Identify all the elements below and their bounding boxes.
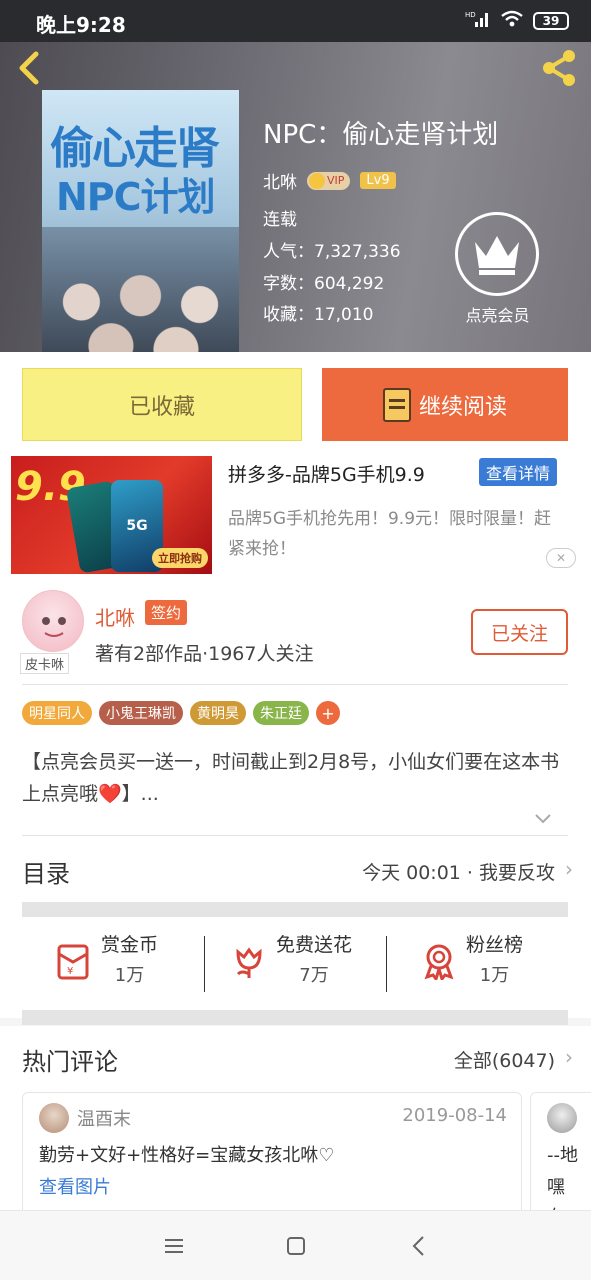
follow-button[interactable]: 已关注 [471, 609, 568, 655]
author-name[interactable]: 北咻 [95, 602, 135, 631]
favorited-button[interactable]: 已收藏 [22, 368, 302, 441]
book-icon [382, 387, 411, 422]
back-arrow-icon [19, 51, 39, 85]
cover-illustration [42, 227, 239, 352]
free-flower-label: 免费送花 [276, 934, 353, 956]
level-badge: Lv9 [360, 172, 396, 189]
ad-title[interactable]: 拼多多-品牌5G手机9.9 [228, 460, 425, 487]
synopsis[interactable]: 【点亮会员买一送一，时间截止到2月8号，小仙女们要在这本书上点亮哦❤️】... [22, 746, 568, 810]
member-button[interactable]: 点亮会员 [455, 212, 540, 326]
all-comments-link[interactable]: 全部(6047) [454, 1046, 555, 1073]
tag-item[interactable]: 小鬼王琳凯 [99, 701, 183, 725]
author-info: 著有2部作品·1967人关注 [95, 643, 314, 665]
commenter-name[interactable]: 温酉末 [77, 1105, 131, 1131]
chevron-down-icon[interactable] [534, 810, 552, 829]
continue-reading-button[interactable]: 继续阅读 [322, 368, 568, 441]
share-button[interactable] [537, 46, 581, 90]
crown-icon [309, 172, 325, 189]
ad-buy-label: 立即抢购 [152, 548, 208, 568]
divider [204, 936, 205, 992]
battery-icon: 39 [533, 11, 569, 30]
wifi-icon [501, 10, 523, 31]
signed-badge: 签约 [145, 600, 188, 625]
hot-comments-title: 热门评论 [22, 1048, 118, 1076]
comment-text: 嘿 [547, 1177, 565, 1198]
commenter-avatar [547, 1103, 577, 1133]
status-bar: 晚上9:28 HD 39 [0, 0, 591, 42]
book-word-count: 字数：604,292 [263, 274, 385, 294]
more-tags-button[interactable]: + [316, 701, 340, 725]
back-icon[interactable] [406, 1233, 432, 1259]
author-avatar[interactable] [22, 590, 84, 652]
book-header: 偷心走肾 NPC计划 NPC：偷心走肾计划 北咻 VIP Lv9 连载 人气：7… [0, 42, 591, 352]
svg-text:HD: HD [465, 11, 476, 19]
fan-ranking-button[interactable]: 粉丝榜 1万 [420, 930, 523, 1000]
comment-text: --地 [547, 1145, 578, 1166]
svg-text:¥: ¥ [67, 966, 73, 977]
tag-item[interactable]: 朱正廷 [253, 701, 309, 725]
member-label: 点亮会员 [465, 306, 530, 325]
divider [22, 835, 568, 836]
back-button[interactable] [10, 48, 50, 88]
comment-text: 勤劳+文好+性格好=宝藏女孩北咻♡ [39, 1145, 335, 1166]
view-image-link[interactable]: 查看图片 [39, 1173, 111, 1199]
comment-date: 2019-08-14 [402, 1105, 507, 1126]
red-envelope-icon: ¥ [57, 944, 89, 980]
tag-list: 明星同人 小鬼王琳凯 黄明昊 朱正廷 + [22, 701, 340, 725]
ad-image[interactable]: 9.9元 5G 立即抢购 [11, 456, 212, 574]
avatar-face-icon [42, 617, 66, 637]
reward-coins-count: 1万 [114, 965, 145, 986]
support-row: ¥ 赏金币 1万 免费送花 7万 粉丝榜 1万 [0, 918, 591, 1018]
tag-item[interactable]: 黄明昊 [190, 701, 246, 725]
chevron-right-icon[interactable]: › [565, 1045, 573, 1069]
tag-item[interactable]: 明星同人 [22, 701, 92, 725]
fan-ranking-label: 粉丝榜 [466, 934, 524, 956]
divider [386, 936, 387, 992]
flower-icon [236, 947, 262, 978]
fan-ranking-count: 1万 [479, 965, 510, 986]
member-crown-icon [455, 212, 539, 296]
avatar-tag: 皮卡咻 [20, 653, 70, 674]
status-time: 晚上9:28 [36, 13, 126, 37]
continue-reading-label: 继续阅读 [418, 394, 507, 420]
book-status: 连载 [263, 210, 297, 230]
signal-icon: HD [465, 10, 491, 31]
action-bar: 已收藏 继续阅读 [0, 352, 591, 448]
vip-label: VIP [327, 174, 345, 187]
menu-icon[interactable] [161, 1233, 187, 1259]
book-popularity: 人气：7,327,336 [263, 242, 401, 262]
book-cover[interactable]: 偷心走肾 NPC计划 [42, 90, 239, 352]
ad-banner[interactable]: 9.9元 5G 立即抢购 拼多多-品牌5G手机9.9 查看详情 品牌5G手机抢先… [0, 448, 591, 578]
catalog-latest-chapter[interactable]: 今天 00:01 · 我要反攻 [362, 858, 555, 885]
comment-card[interactable]: --地 嘿 有 [530, 1092, 591, 1222]
author-row: 北咻 VIP Lv9 [263, 168, 396, 193]
hot-comments-section: 热门评论 全部(6047) › 温酉末 2019-08-14 勤劳+文好+性格好… [0, 1026, 591, 1222]
reward-coins-label: 赏金币 [101, 934, 159, 956]
system-nav-bar [0, 1210, 591, 1280]
ad-detail-button[interactable]: 查看详情 [479, 458, 558, 486]
comment-card[interactable]: 温酉末 2019-08-14 勤劳+文好+性格好=宝藏女孩北咻♡ 查看图片 [22, 1092, 522, 1222]
section-separator [22, 902, 568, 917]
cover-title-line2: NPC计划 [56, 175, 216, 219]
share-icon [543, 50, 575, 86]
free-flower-button[interactable]: 免费送花 7万 [230, 930, 352, 1000]
free-flower-count: 7万 [299, 965, 329, 986]
section-separator [22, 1010, 568, 1025]
catalog-title[interactable]: 目录 [22, 854, 70, 889]
book-detail-page: 晚上9:28 HD 39 偷心走肾 NPC计划 NPC：偷心走肾计划 北咻 VI… [0, 0, 591, 1280]
vip-badge: VIP [307, 171, 351, 190]
reward-coins-button[interactable]: ¥ 赏金币 1万 [55, 930, 158, 1000]
ad-close-icon[interactable]: ✕ [546, 548, 576, 568]
book-title: NPC：偷心走肾计划 [263, 120, 499, 150]
commenter-avatar[interactable] [39, 1103, 69, 1133]
book-favorites: 收藏：17,010 [263, 305, 374, 325]
chevron-right-icon[interactable]: › [565, 857, 573, 881]
book-author[interactable]: 北咻 [263, 168, 297, 193]
home-icon[interactable] [283, 1233, 309, 1259]
status-icons: HD 39 [465, 10, 569, 31]
medal-icon [424, 944, 454, 980]
divider [22, 684, 568, 685]
ad-description: 品牌5G手机抢先用！9.9元！限时限量！赶紧来抢！ [228, 509, 552, 559]
